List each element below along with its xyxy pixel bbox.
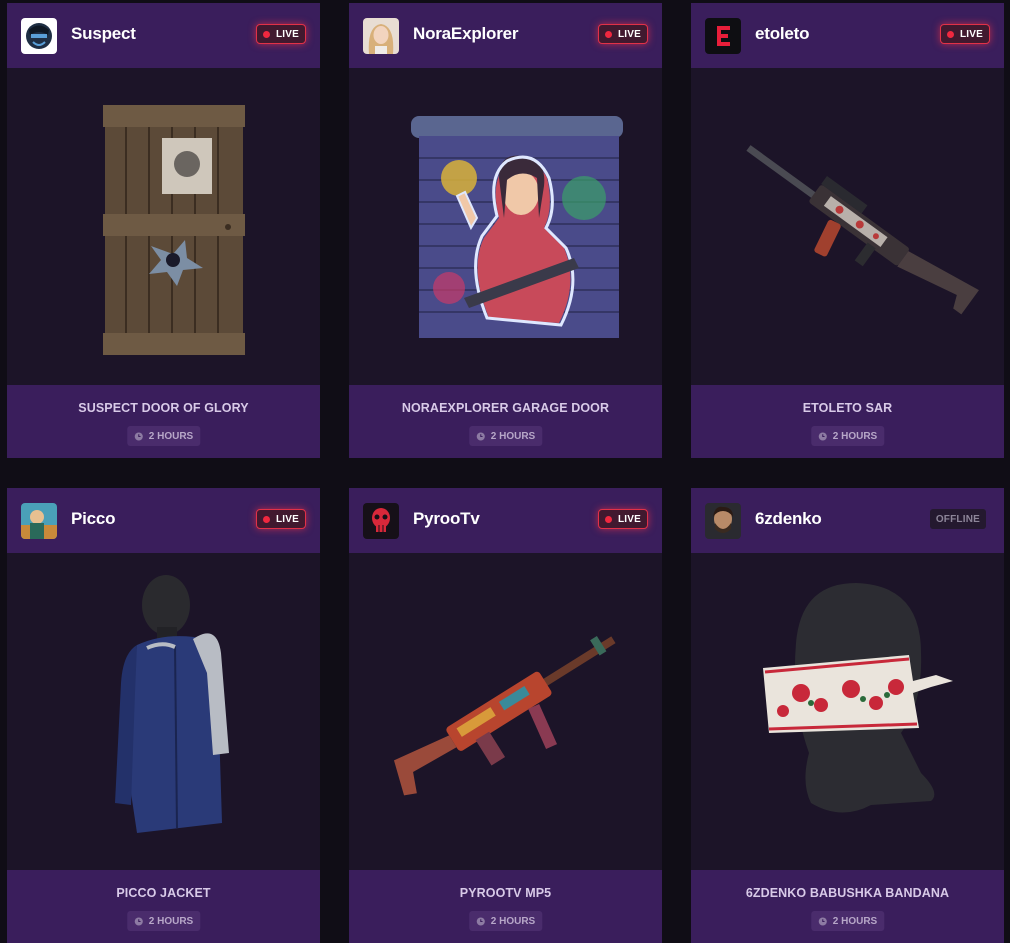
status-label: LIVE (617, 28, 641, 40)
card-header: 6zdenko OFFLINE (691, 488, 1004, 553)
status-label: LIVE (959, 28, 983, 40)
duration-badge: 2 HOURS (468, 911, 543, 931)
live-dot-icon (604, 30, 612, 38)
noraexplorer-avatar-icon (363, 18, 399, 54)
streamer-name[interactable]: 6zdenko (755, 509, 822, 529)
streamer-name[interactable]: NoraExplorer (413, 24, 519, 44)
card-header: PyrooTv LIVE (349, 488, 662, 553)
card-footer: SUSPECT DOOR OF GLORY 2 HOURS (7, 385, 320, 458)
item-title: SUSPECT DOOR OF GLORY (78, 401, 249, 415)
drop-card[interactable]: 6zdenko OFFLINE 6ZDENKO BABUSHKA BANDANA… (691, 488, 1004, 943)
live-badge: LIVE (597, 24, 648, 44)
streamer-name[interactable]: Picco (71, 509, 116, 529)
item-title: ETOLETO SAR (802, 401, 893, 415)
duration-badge: 2 HOURS (126, 426, 201, 446)
clock-icon (818, 431, 827, 441)
clock-icon (134, 916, 143, 926)
duration-badge: 2 HOURS (810, 911, 885, 931)
streamer-name[interactable]: etoleto (755, 24, 810, 44)
smg-icon (349, 553, 662, 870)
item-title: PYROOTV MP5 (459, 886, 552, 900)
card-header: NoraExplorer LIVE (349, 3, 662, 68)
duration-label: 2 HOURS (832, 915, 878, 927)
duration-label: 2 HOURS (148, 915, 194, 927)
live-dot-icon (946, 30, 954, 38)
live-dot-icon (604, 515, 612, 523)
card-footer: NORAEXPLORER GARAGE DOOR 2 HOURS (349, 385, 662, 458)
suspect-avatar-icon (21, 18, 57, 54)
live-badge: LIVE (255, 509, 306, 529)
offline-badge: OFFLINE (929, 509, 986, 529)
clock-icon (818, 916, 827, 926)
clock-icon (134, 431, 143, 441)
item-title: 6ZDENKO BABUSHKA BANDANA (745, 886, 950, 900)
card-footer: PICCO JACKET 2 HOURS (7, 870, 320, 943)
streamer-name[interactable]: Suspect (71, 24, 136, 44)
duration-badge: 2 HOURS (126, 911, 201, 931)
clock-icon (476, 431, 485, 441)
status-label: LIVE (275, 28, 299, 40)
6zdenko-avatar-icon (705, 503, 741, 539)
streamer-name[interactable]: PyrooTv (413, 509, 480, 529)
card-header: Picco LIVE (7, 488, 320, 553)
drop-card[interactable]: PyrooTv LIVE PYROOTV MP5 2 HOURS (349, 488, 662, 943)
rifle-icon (691, 68, 1004, 385)
duration-label: 2 HOURS (490, 915, 536, 927)
status-label: LIVE (617, 513, 641, 525)
bandana-icon (691, 553, 1004, 870)
picco-avatar-icon (21, 503, 57, 539)
duration-label: 2 HOURS (832, 430, 878, 442)
drop-card[interactable]: Suspect LIVE SUSPECT DOOR OF GLORY 2 HOU… (7, 3, 320, 458)
card-footer: 6ZDENKO BABUSHKA BANDANA 2 HOURS (691, 870, 1004, 943)
pyrootv-skull-avatar-icon (363, 503, 399, 539)
drop-card[interactable]: etoleto LIVE ETOLETO SAR 2 HOURS (691, 3, 1004, 458)
garage-door-icon (349, 68, 662, 385)
live-badge: LIVE (255, 24, 306, 44)
drop-card[interactable]: NoraExplorer LIVE NORAEXPLORER GARAGE DO… (349, 3, 662, 458)
jacket-icon (7, 553, 320, 870)
etoleto-logo-avatar-icon (705, 18, 741, 54)
duration-badge: 2 HOURS (468, 426, 543, 446)
duration-label: 2 HOURS (148, 430, 194, 442)
live-dot-icon (262, 515, 270, 523)
wooden-door-icon (7, 68, 320, 385)
drops-grid: Suspect LIVE SUSPECT DOOR OF GLORY 2 HOU… (0, 0, 1010, 943)
card-footer: PYROOTV MP5 2 HOURS (349, 870, 662, 943)
status-label: OFFLINE (935, 513, 980, 525)
status-label: LIVE (275, 513, 299, 525)
live-dot-icon (262, 30, 270, 38)
drop-card[interactable]: Picco LIVE PICCO JACKET 2 HOURS (7, 488, 320, 943)
duration-label: 2 HOURS (490, 430, 536, 442)
item-title: NORAEXPLORER GARAGE DOOR (401, 401, 610, 415)
card-footer: ETOLETO SAR 2 HOURS (691, 385, 1004, 458)
item-title: PICCO JACKET (116, 886, 211, 900)
clock-icon (476, 916, 485, 926)
live-badge: LIVE (939, 24, 990, 44)
card-header: etoleto LIVE (691, 3, 1004, 68)
live-badge: LIVE (597, 509, 648, 529)
duration-badge: 2 HOURS (810, 426, 885, 446)
card-header: Suspect LIVE (7, 3, 320, 68)
